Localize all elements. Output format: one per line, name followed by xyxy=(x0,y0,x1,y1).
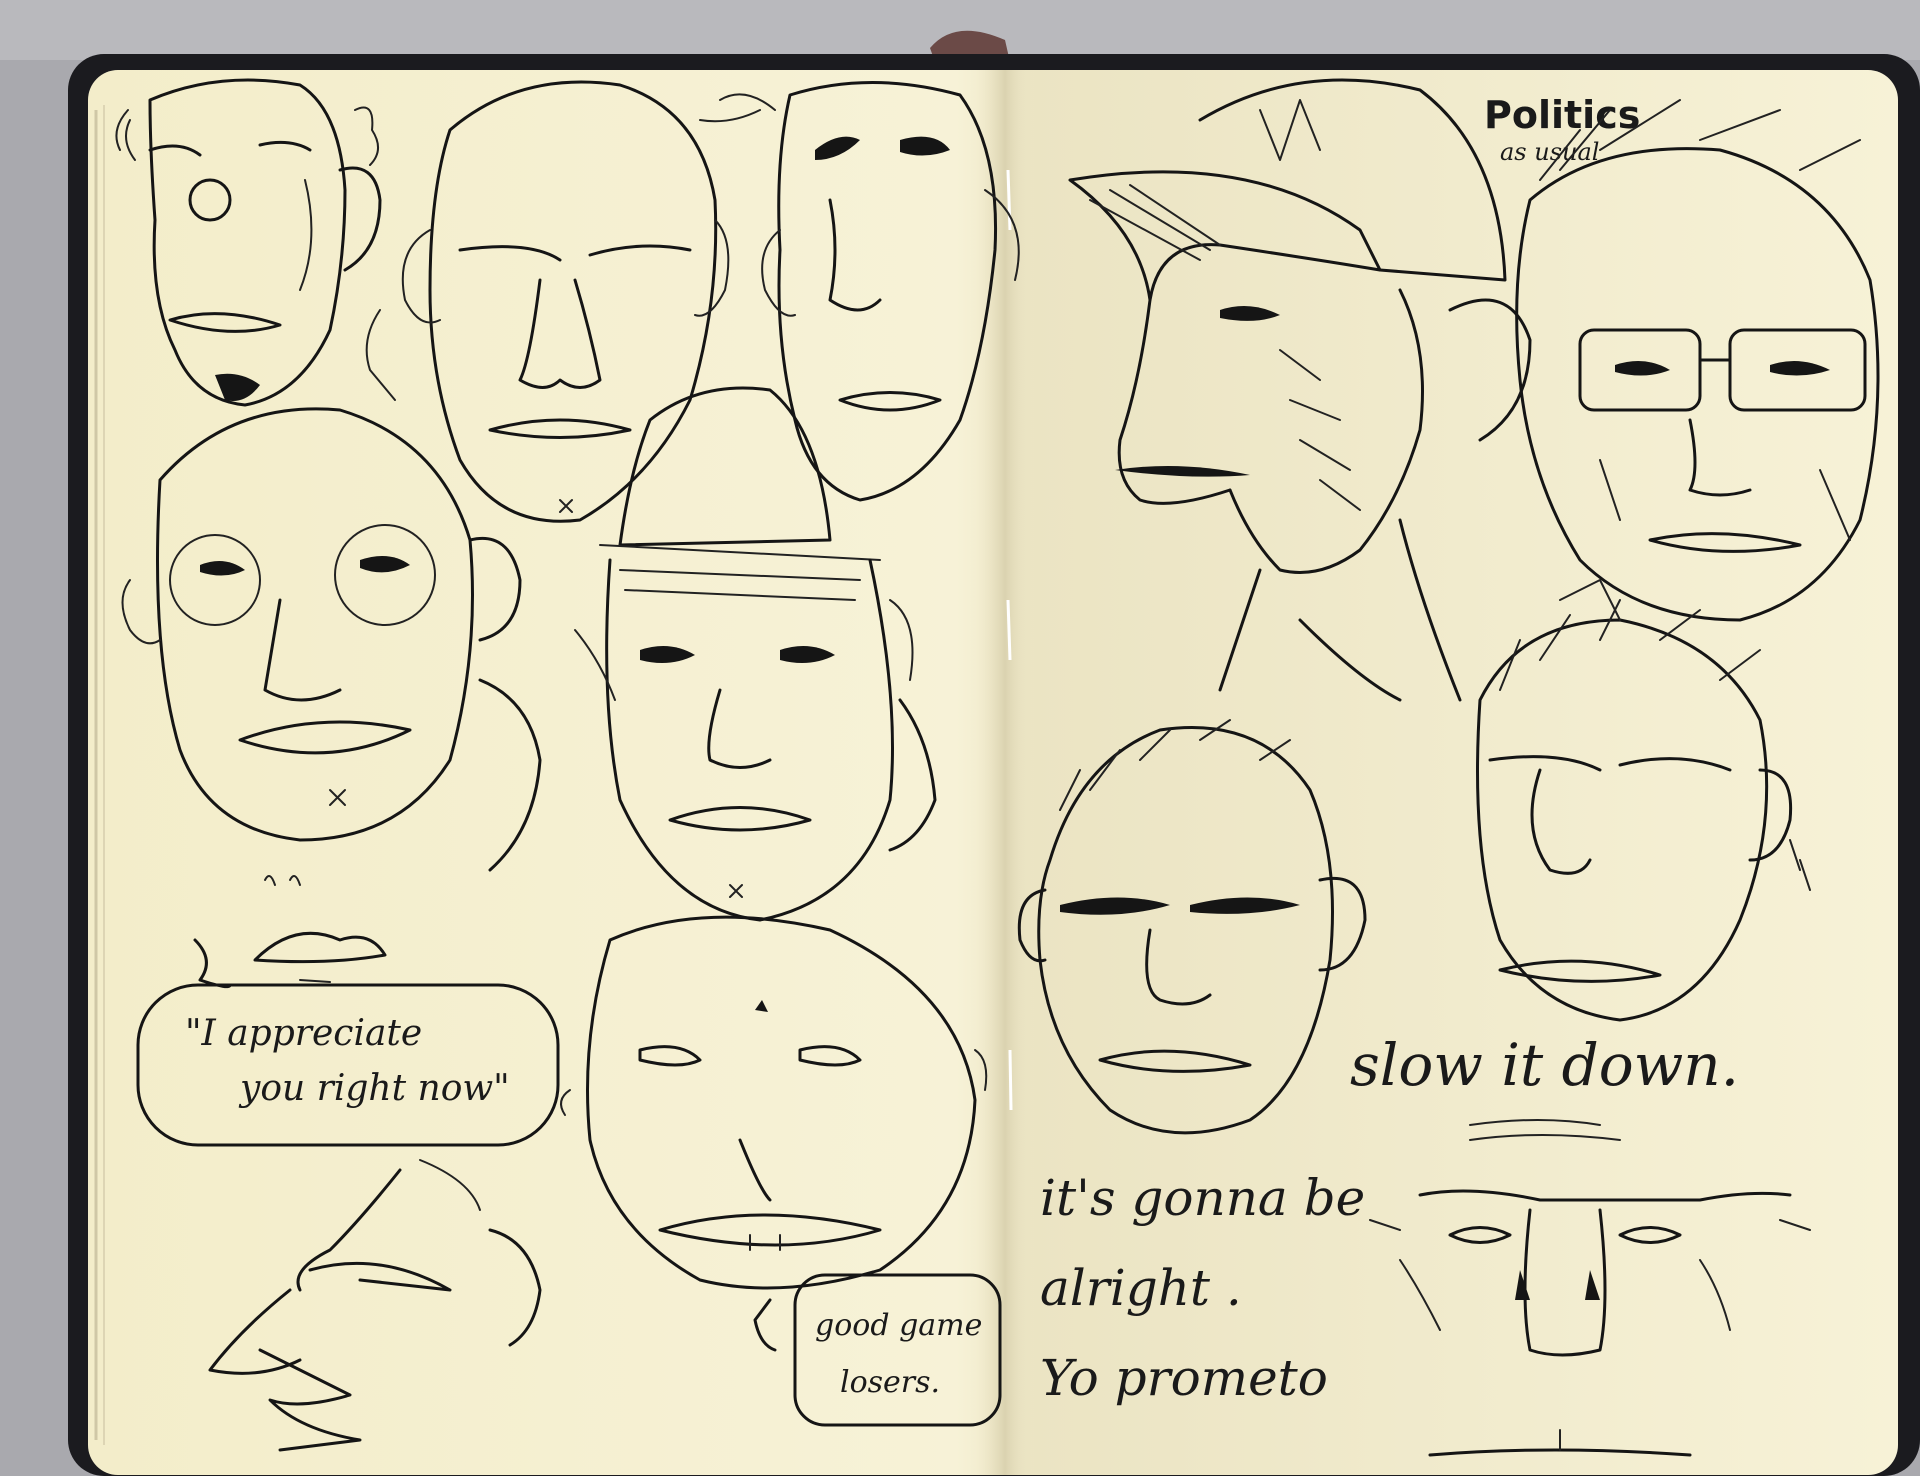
sketchbook-photo: "I appreciate you right now" good game l… xyxy=(0,0,1920,1476)
notebook-gutter xyxy=(975,70,1035,1475)
caption-politics: Politics xyxy=(1484,93,1640,137)
caption-gonna-be-line3: Yo prometo xyxy=(1040,1349,1328,1407)
caption-slow-it-down: slow it down. xyxy=(1350,1031,1739,1099)
bubble-text-appreciate-line1: "I appreciate xyxy=(185,1013,422,1054)
bubble-text-losers: losers. xyxy=(840,1365,940,1400)
bubble-text-good-game: good game xyxy=(815,1308,982,1343)
caption-as-usual: as usual xyxy=(1500,138,1599,166)
caption-gonna-be-line1: it's gonna be xyxy=(1040,1169,1365,1227)
caption-gonna-be-line2: alright . xyxy=(1040,1259,1242,1317)
sketchbook-drawing: "I appreciate you right now" good game l… xyxy=(0,0,1920,1476)
bubble-text-appreciate-line2: you right now" xyxy=(238,1068,510,1109)
